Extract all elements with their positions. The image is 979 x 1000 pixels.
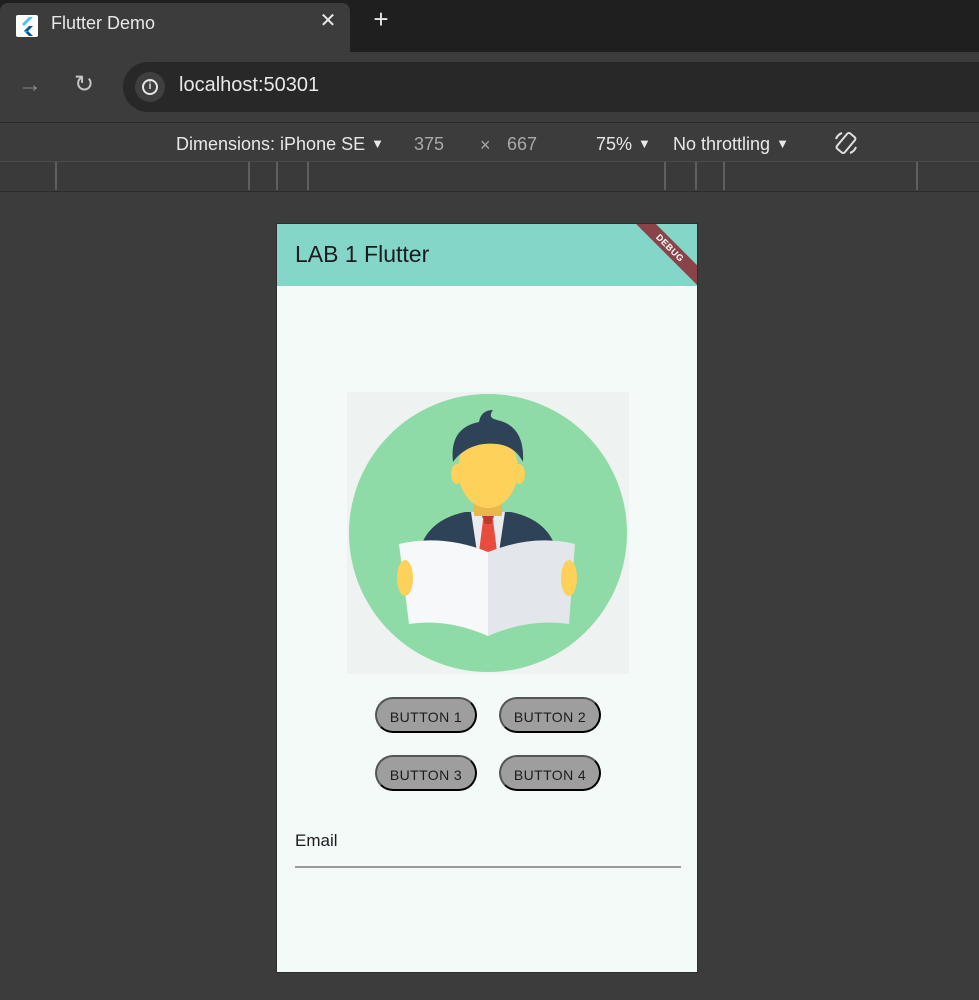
- email-field[interactable]: [295, 824, 681, 868]
- close-tab-icon[interactable]: ✕: [317, 10, 339, 32]
- app-bar: LAB 1 Flutter: [277, 224, 697, 286]
- ruler-tick: [695, 162, 697, 190]
- address-bar[interactable]: i localhost:50301: [123, 62, 979, 112]
- ruler-tick: [307, 162, 309, 190]
- throttling-label: No throttling: [673, 134, 771, 154]
- height-input[interactable]: 667: [507, 134, 537, 155]
- ruler-tick: [664, 162, 666, 190]
- chevron-down-icon: ▼: [371, 136, 384, 151]
- rotate-icon[interactable]: [833, 130, 859, 156]
- device-viewport: LAB 1 Flutter DEBUG BUTTON 1 BUTTON 2 BU…: [276, 223, 698, 973]
- width-input[interactable]: 375: [414, 134, 444, 155]
- reload-icon[interactable]: ↻: [71, 72, 97, 98]
- dimensions-dropdown[interactable]: Dimensions: iPhone SE ▼: [176, 134, 384, 155]
- browser-tab[interactable]: Flutter Demo ✕: [0, 3, 350, 52]
- times-icon: ×: [480, 135, 491, 155]
- url-host: localhost: [179, 74, 258, 96]
- zoom-dropdown[interactable]: 75% ▼: [596, 134, 651, 155]
- site-info-button[interactable]: i: [135, 72, 165, 102]
- chevron-down-icon: ▼: [638, 136, 651, 151]
- button-3[interactable]: BUTTON 3: [375, 755, 477, 791]
- info-icon: i: [142, 79, 158, 95]
- app-title: LAB 1 Flutter: [295, 241, 430, 267]
- chevron-down-icon: ▼: [776, 136, 789, 151]
- ruler-tick: [916, 162, 918, 190]
- ruler-tick: [723, 162, 725, 190]
- button-2[interactable]: BUTTON 2: [499, 697, 601, 733]
- device-toolbar: Dimensions: iPhone SE ▼ 375 × 667 75% ▼ No…: [0, 122, 979, 162]
- button-4[interactable]: BUTTON 4: [499, 755, 601, 791]
- tab-strip: Flutter Demo ✕ +: [0, 0, 979, 52]
- url-port: :50301: [257, 74, 320, 96]
- dimensions-label: Dimensions: iPhone SE: [176, 134, 366, 154]
- zoom-label: 75%: [596, 134, 633, 154]
- url-text: localhost:50301: [179, 74, 319, 97]
- new-tab-icon[interactable]: +: [370, 6, 392, 32]
- media-query-ruler: [0, 162, 979, 192]
- button-1[interactable]: BUTTON 1: [375, 697, 477, 733]
- navigation-bar: → ↻ i localhost:50301: [0, 52, 979, 122]
- avatar-image: [347, 392, 629, 674]
- ruler-tick: [276, 162, 278, 190]
- throttling-dropdown[interactable]: No throttling ▼: [673, 134, 789, 155]
- ruler-tick: [55, 162, 57, 190]
- forward-icon[interactable]: →: [17, 72, 43, 98]
- flutter-logo-icon: [16, 15, 38, 37]
- ruler-tick: [248, 162, 250, 190]
- tab-title: Flutter Demo: [51, 13, 156, 33]
